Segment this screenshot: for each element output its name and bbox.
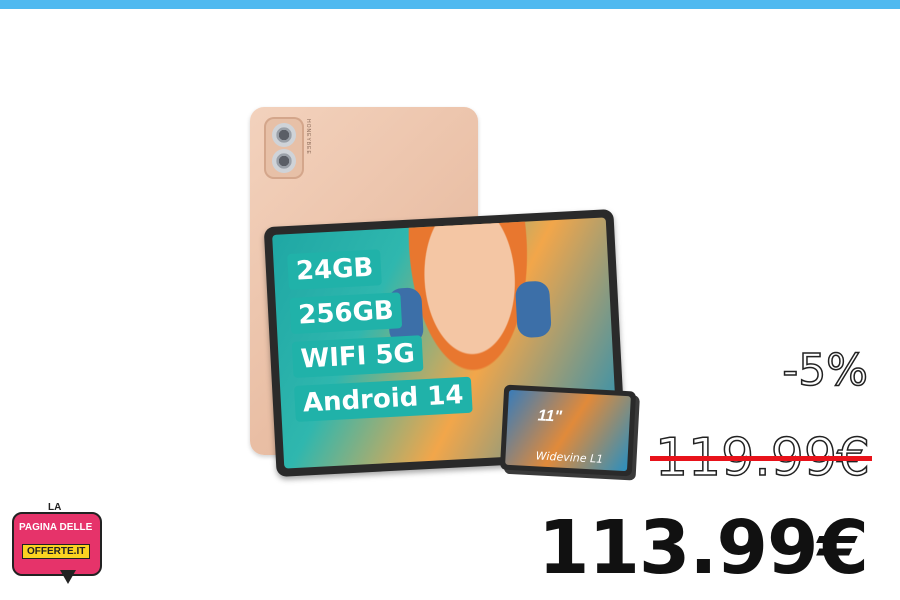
- mini-tablet-with-case: 11" Widevine L1: [499, 384, 637, 477]
- new-price: 113.99€: [537, 505, 869, 591]
- speech-bubble-tail-icon: [60, 570, 76, 584]
- camera-module: [264, 117, 304, 179]
- top-accent-bar: [0, 0, 900, 9]
- site-logo[interactable]: LA PAGINA DELLE OFFERTE.IT: [8, 500, 102, 592]
- mini-screen-label: Widevine L1: [535, 449, 604, 466]
- spec-tags: 24GB 256GB WIFI 5G Android 14: [287, 245, 473, 430]
- camera-lens-icon: [272, 149, 296, 173]
- headphone-icon: [514, 280, 552, 339]
- mini-tablet-screen: 11" Widevine L1: [505, 389, 631, 472]
- discount-badge: -5%: [782, 344, 869, 397]
- back-brand-text: HONEYBEE: [305, 119, 311, 155]
- old-price-strikethrough: [650, 456, 872, 461]
- logo-speech-bubble: PAGINA DELLE OFFERTE.IT: [12, 512, 102, 576]
- spec-tag-ram: 24GB: [287, 249, 383, 291]
- spec-tag-storage: 256GB: [289, 292, 403, 335]
- camera-lens-icon: [272, 123, 296, 147]
- spec-tag-os: Android 14: [294, 376, 473, 422]
- spec-tag-wifi: WIFI 5G: [291, 335, 424, 378]
- logo-line2: OFFERTE.IT: [22, 544, 91, 559]
- mini-screen-size: 11": [537, 407, 563, 426]
- product-image: HONEYBEE 24GB 256GB WIFI 5G Android 14 1…: [245, 100, 655, 485]
- logo-line1: PAGINA DELLE: [19, 522, 93, 533]
